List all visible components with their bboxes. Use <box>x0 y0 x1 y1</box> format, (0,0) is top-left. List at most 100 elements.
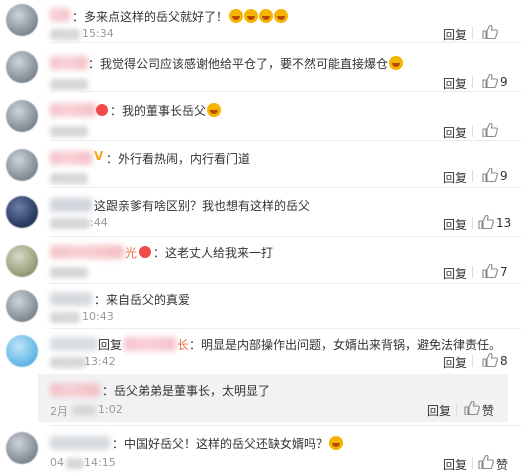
like-count: 13 <box>496 216 512 230</box>
username[interactable] <box>50 151 92 165</box>
blurred-date <box>72 405 96 416</box>
username-tail[interactable]: 光 <box>125 244 137 261</box>
reply-button[interactable]: 回复 <box>443 124 467 141</box>
comment-item: V ：外行看热闹，内行看门道 回复 9 <box>0 141 521 187</box>
like-count: 7 <box>500 265 508 279</box>
reply-target-username[interactable] <box>124 337 176 351</box>
vip-badge-icon: V <box>94 149 104 163</box>
laughing-emoji-icon <box>329 436 344 450</box>
member-badge-icon <box>139 246 151 258</box>
reply-button[interactable]: 回复 <box>443 354 467 371</box>
nested-reply-text: ：岳父弟弟是董事长，太明显了 <box>102 384 271 398</box>
reply-button[interactable]: 回复 <box>443 169 467 186</box>
like-count: 9 <box>500 169 508 183</box>
avatar[interactable] <box>6 149 38 181</box>
comment-text: ：外行看热闹，内行看门道 <box>106 152 251 166</box>
username[interactable] <box>50 337 98 351</box>
avatar[interactable] <box>6 100 38 132</box>
blurred-date <box>50 79 88 90</box>
member-badge-icon <box>96 104 108 116</box>
comment-item: 这跟亲爹有啥区别？我也想有这样的岳父 :44 回复 13 <box>0 188 521 236</box>
avatar[interactable] <box>6 51 38 83</box>
username-tail[interactable]: 长 <box>177 336 189 353</box>
username[interactable] <box>50 56 88 70</box>
comment-text: 这跟亲爹有啥区别？我也想有这样的岳父 <box>94 199 311 213</box>
blurred-date <box>50 29 80 40</box>
blurred-date <box>50 267 88 278</box>
like-label[interactable]: 赞 <box>482 402 494 419</box>
timestamp: 10:43 <box>82 310 114 323</box>
divider <box>472 217 473 229</box>
thumb-up-icon[interactable] <box>482 264 498 278</box>
divider <box>472 76 473 88</box>
comment-item: 光 ：这老丈人给我来一打 回复 7 <box>0 237 521 283</box>
blurred-date <box>50 312 80 323</box>
timestamp: 13:42 <box>84 355 116 368</box>
reply-button[interactable]: 回复 <box>443 26 467 43</box>
blurred-date <box>50 126 88 137</box>
username[interactable] <box>50 436 110 450</box>
username[interactable] <box>50 245 124 259</box>
thumb-up-icon[interactable] <box>482 123 498 137</box>
sweat-smile-emoji-icon <box>389 56 404 70</box>
grin-emoji-icon <box>244 9 259 23</box>
comment-item: ：我的董事长岳父 回复 <box>0 92 521 140</box>
reply-button[interactable]: 回复 <box>443 265 467 282</box>
divider <box>472 266 473 278</box>
avatar[interactable] <box>6 290 38 322</box>
comment-text: ：多来点这样的岳父就好了！ <box>72 8 289 25</box>
comment-text: ：这老丈人给我来一打 <box>153 246 274 260</box>
divider <box>472 125 473 137</box>
blurred-date <box>50 173 88 184</box>
thumb-up-icon[interactable] <box>482 168 498 182</box>
reply-button[interactable]: 回复 <box>443 75 467 92</box>
timestamp: 15:34 <box>82 27 114 40</box>
grin-emoji-icon <box>229 9 244 23</box>
thumb-up-icon[interactable] <box>482 353 498 367</box>
thumb-up-icon[interactable] <box>482 74 498 88</box>
reply-button[interactable]: 回复 <box>427 402 451 419</box>
comment-text: ：我觉得公司应该感谢他给平仓了，要不然可能直接爆仓 <box>88 55 404 72</box>
divider <box>472 27 473 39</box>
timestamp: 14:15 <box>84 456 116 469</box>
thumb-up-icon[interactable] <box>482 25 498 39</box>
comment-item: 回复 长 ：明显是内部操作出问题，女婿出来背锅，避免法律责任。 13:42 回复… <box>0 329 521 425</box>
blurred-date <box>66 458 84 469</box>
avatar[interactable] <box>6 4 38 36</box>
timestamp: 1:02 <box>98 403 123 416</box>
grin-emoji-icon <box>259 9 274 23</box>
like-count: 9 <box>500 75 508 89</box>
thumb-up-icon[interactable] <box>478 455 494 469</box>
username[interactable] <box>50 292 92 306</box>
comment-item: ：来自岳父的真爱 10:43 <box>0 284 521 328</box>
avatar[interactable] <box>6 196 38 228</box>
username[interactable] <box>50 198 92 212</box>
comment-text: ：中国好岳父！这样的岳父还缺女婿吗？ <box>112 435 344 452</box>
avatar[interactable] <box>6 245 38 277</box>
comment-text: ：明显是内部操作出问题，女婿出来背锅，避免法律责任。 <box>189 338 502 352</box>
like-count: 8 <box>500 354 508 368</box>
username[interactable] <box>50 103 96 117</box>
comment-item: ：多来点这样的岳父就好了！ 15:34 回复 <box>0 0 521 42</box>
reply-button[interactable]: 回复 <box>443 216 467 233</box>
comment-text: ：来自岳父的真爱 <box>94 293 191 307</box>
reply-button[interactable]: 回复 <box>443 456 467 473</box>
username[interactable] <box>50 8 70 22</box>
reply-prefix: 回复 <box>98 338 123 352</box>
thumb-up-icon[interactable] <box>464 401 480 415</box>
like-label[interactable]: 赞 <box>496 456 508 473</box>
time-prefix: 04 <box>50 456 64 469</box>
avatar[interactable] <box>6 335 38 367</box>
comment-item: ：我觉得公司应该感谢他给平仓了，要不然可能直接爆仓 回复 9 <box>0 43 521 91</box>
grin-emoji-icon <box>274 9 289 23</box>
divider <box>472 355 473 367</box>
username[interactable] <box>50 383 100 397</box>
timestamp: :44 <box>90 216 108 229</box>
blurred-date <box>50 357 86 368</box>
nested-reply: ：岳父弟弟是董事长，太明显了 2月 1:02 回复 赞 <box>38 374 508 422</box>
divider <box>472 170 473 182</box>
thumb-up-icon[interactable] <box>478 215 494 229</box>
divider <box>456 403 457 415</box>
comment-item: ：中国好岳父！这样的岳父还缺女婿吗？ 04 14:15 回复 赞 <box>0 426 521 473</box>
avatar[interactable] <box>6 432 38 464</box>
